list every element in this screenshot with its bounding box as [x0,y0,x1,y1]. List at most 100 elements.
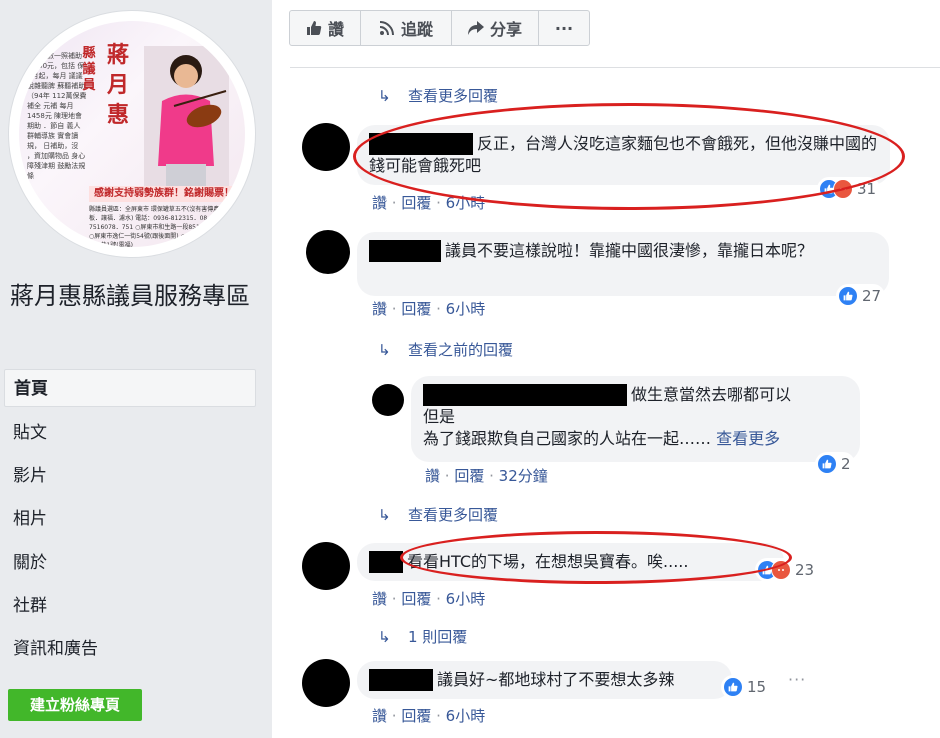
comment-actions: 讚 · 回覆 · 6小時 [372,707,486,725]
more-options-button[interactable]: ··· [539,11,589,45]
reaction-count[interactable]: 15 [721,675,771,699]
reaction-count[interactable]: 27 [836,284,886,308]
reply-link[interactable]: 回覆 [454,467,484,485]
sidebar-item-home[interactable]: 首頁 [4,369,256,407]
like-reaction-icon [838,286,858,306]
reply-arrow-icon: ↳ [378,340,391,359]
view-previous-replies-link[interactable]: ↳ 查看之前的回覆 [378,339,513,360]
like-link[interactable]: 讚 [372,590,387,608]
share-arrow-icon [467,21,484,35]
more-dots: ··· [554,18,574,38]
view-previous-replies-label: 查看之前的回覆 [408,341,514,359]
reply-text-line1: 做生意當然去哪都可以 [631,385,792,404]
violinist-photo [144,46,229,186]
poster-left-text: 4782 數一照補助 0,000元，包括 保1月起，每月 議議脫雜聽脾 蘇聽補助… [27,52,87,180]
divider [290,67,940,68]
reply-link[interactable]: 回覆 [401,194,431,212]
avatar[interactable] [302,123,350,171]
timestamp[interactable]: 32分鐘 [499,467,548,485]
comment-actions: 讚 · 回覆 · 6小時 [372,194,486,212]
reaction-number: 2 [841,455,851,473]
avatar[interactable] [306,230,350,274]
like-link[interactable]: 讚 [372,707,387,725]
reply-arrow-icon: ↳ [378,86,391,105]
avatar[interactable] [302,542,350,590]
poster-fine-print: 縣議員選區：全屏東市 環保罐草五不(沒有害傳產．看板．讓福．濾水) 電話：093… [89,206,237,247]
like-reaction-icon [817,454,837,474]
reply-link[interactable]: 回覆 [401,590,431,608]
poster-role: 縣議員 [82,46,96,93]
like-link[interactable]: 讚 [372,300,387,318]
view-replies-link[interactable]: ↳ 1 則回覆 [378,626,467,647]
like-page-button[interactable]: 讚 [290,11,361,45]
reaction-number: 23 [795,561,815,579]
see-more-link[interactable]: 查看更多 [716,429,780,448]
reply-actions: 讚 · 回覆 · 32分鐘 [425,467,548,485]
redacted-name [369,240,441,262]
like-reaction-icon [723,677,743,697]
redacted-name [369,551,403,573]
reaction-number: 15 [747,678,767,696]
sidebar-item-about[interactable]: 關於 [4,544,256,582]
reaction-number: 27 [862,287,882,305]
sidebar-item-info-ads[interactable]: 資訊和廣告 [4,630,256,668]
poster-title: 蔣月惠 [106,43,129,128]
share-button[interactable]: 分享 [452,11,539,45]
redacted-name [369,133,473,155]
comment-bubble: 看看HTC的下場，在想想吳寶春。唉..... [357,543,784,581]
poster-banner: 感謝支持弱勢族群！銘謝賜票！ [89,186,239,202]
reaction-count[interactable]: 23 [755,558,819,582]
view-more-replies-link[interactable]: ↳ 查看更多回覆 [378,504,498,525]
view-replies-label: 1 則回覆 [408,628,468,646]
timestamp[interactable]: 6小時 [446,194,486,212]
follow-button[interactable]: 追蹤 [361,11,452,45]
sidebar-item-community[interactable]: 社群 [4,587,256,625]
reply-bubble: 做生意當然去哪都可以 但是 為了錢跟欺負自己國家的人站在一起…… 查看更多 [411,376,860,462]
follow-label: 追蹤 [400,20,433,39]
comment-text: 議員不要這樣說啦！靠攏中國很淒慘，靠攏日本呢？ [445,241,814,260]
comment-text: 議員好~都地球村了不要想太多辣 [437,670,675,689]
like-link[interactable]: 讚 [372,194,387,212]
sidebar-item-videos[interactable]: 影片 [4,457,256,495]
comment-bubble: 議員好~都地球村了不要想太多辣 [357,661,732,699]
comment-options-button[interactable]: ··· [788,670,806,689]
page-title[interactable]: 蔣月惠縣議員服務專區 [10,278,260,314]
reaction-count[interactable]: 2 [815,452,855,476]
angry-reaction-icon [833,179,853,199]
timestamp[interactable]: 6小時 [446,590,486,608]
avatar[interactable] [372,384,404,416]
post-card [272,0,940,738]
angry-reaction-icon [771,560,791,580]
comment-bubble: 議員不要這樣說啦！靠攏中國很淒慘，靠攏日本呢？ [357,232,889,296]
reply-text-line3: 為了錢跟欺負自己國家的人站在一起…… [423,429,712,448]
avatar[interactable] [302,659,350,707]
profile-picture[interactable]: 4782 數一照補助 0,000元，包括 保1月起，每月 議議脫雜聽脾 蘇聽補助… [8,10,256,258]
reply-link[interactable]: 回覆 [401,300,431,318]
thumbs-up-icon [306,21,322,35]
comment-actions: 讚 · 回覆 · 6小時 [372,590,486,608]
reply-arrow-icon: ↳ [378,627,391,646]
share-label: 分享 [489,20,522,39]
comment-actions: 讚 · 回覆 · 6小時 [372,300,486,318]
page-action-bar: 讚 追蹤 分享 ··· [289,10,590,46]
sidebar-item-photos[interactable]: 相片 [4,500,256,538]
create-page-button[interactable]: 建立粉絲專頁 [8,689,142,721]
sidebar-item-posts[interactable]: 貼文 [4,414,256,452]
comment-text: 看看HTC的下場，在想想吳寶春。唉..... [407,552,689,571]
comment-bubble: 反正，台灣人沒吃這家麵包也不會餓死，但他沒賺中國的錢可能會餓死吧 [357,125,890,185]
rss-icon [379,21,394,36]
profile-poster-image: 4782 數一照補助 0,000元，包括 保1月起，每月 議議脫雜聽脾 蘇聽補助… [19,21,245,247]
like-link[interactable]: 讚 [425,467,440,485]
view-more-replies-link[interactable]: ↳ 查看更多回覆 [378,85,498,106]
view-more-replies-label: 查看更多回覆 [408,87,499,105]
view-more-replies-label: 查看更多回覆 [408,506,499,524]
redacted-name [369,669,433,691]
reply-link[interactable]: 回覆 [401,707,431,725]
timestamp[interactable]: 6小時 [446,300,486,318]
timestamp[interactable]: 6小時 [446,707,486,725]
reply-arrow-icon: ↳ [378,505,391,524]
reaction-number: 31 [857,180,877,198]
redacted-name [423,384,627,406]
reply-text-line2: 但是 [423,407,456,426]
reaction-count[interactable]: 31 [817,177,881,201]
